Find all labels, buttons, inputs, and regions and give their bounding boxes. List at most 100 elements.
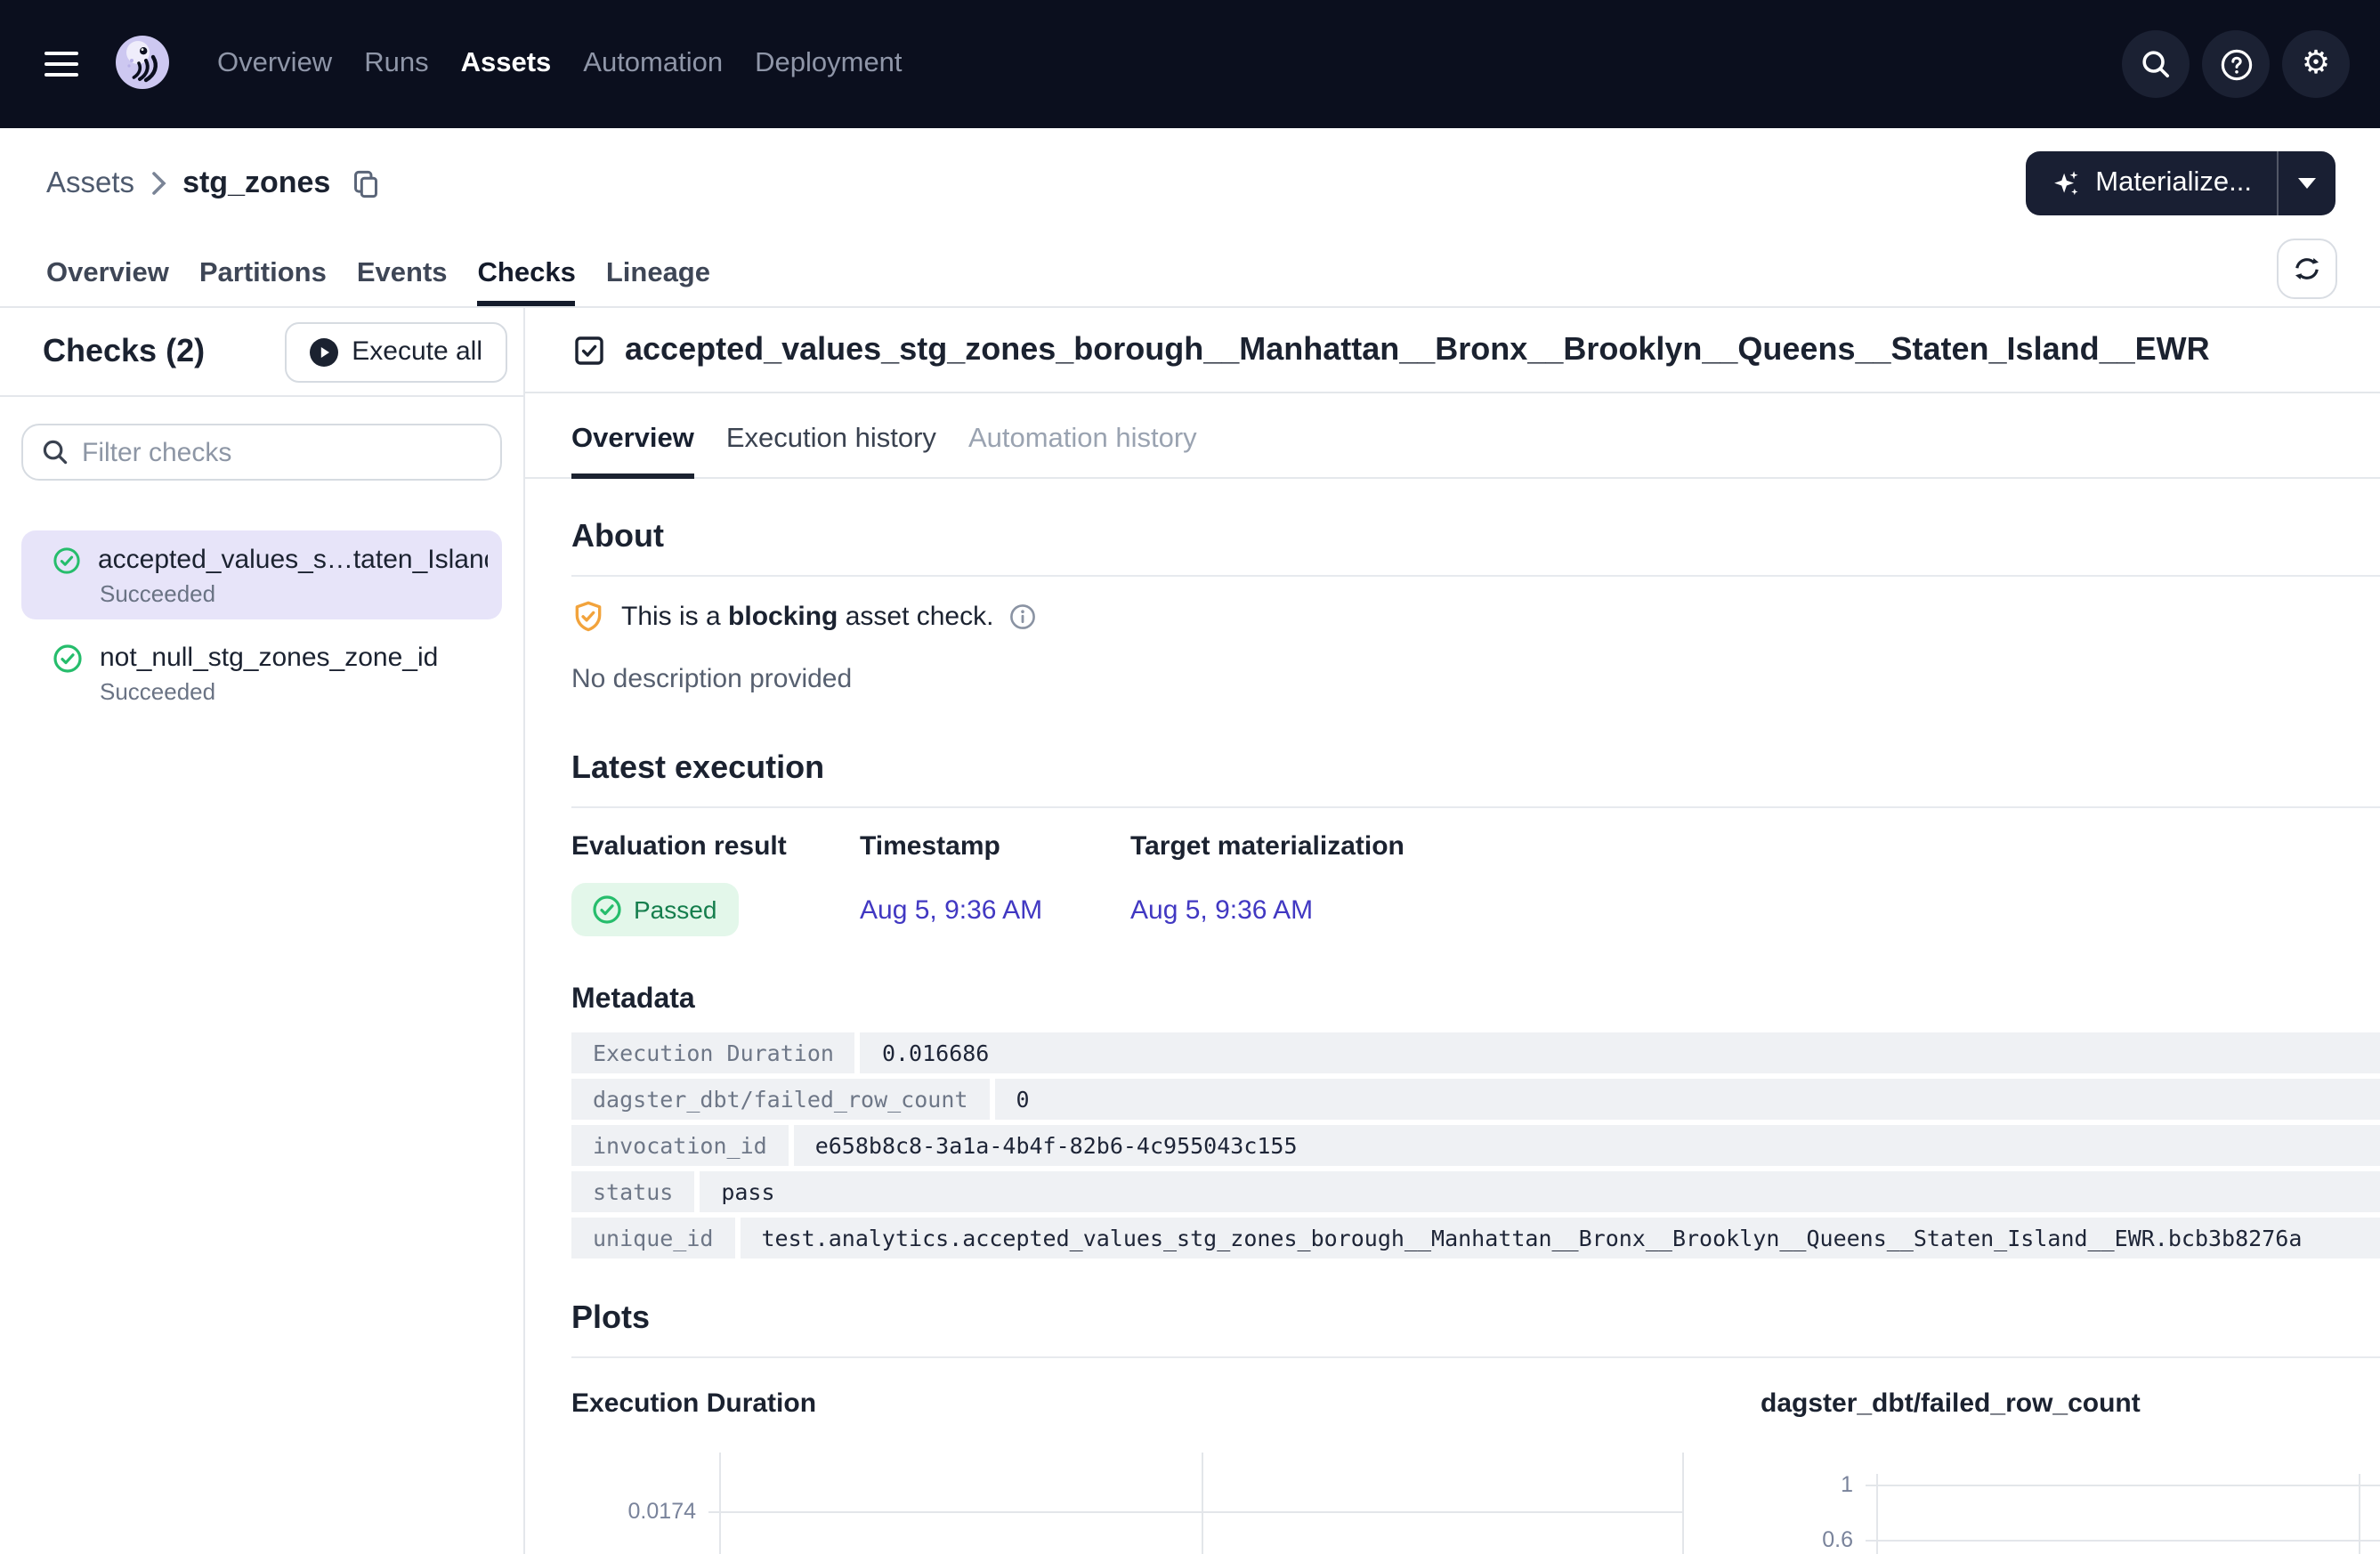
top-navbar: Overview Runs Assets Automation Deployme… [0, 0, 2380, 128]
table-row: dagster_dbt/failed_row_count 0 [571, 1079, 2380, 1120]
search-button[interactable] [2122, 30, 2190, 98]
no-description-text: No description provided [571, 664, 2380, 694]
passed-label: Passed [634, 895, 716, 924]
y-tick-label: 0.6 [1761, 1527, 1853, 1552]
copy-icon [350, 168, 380, 198]
search-icon [2140, 48, 2172, 80]
metadata-key: dagster_dbt/failed_row_count [571, 1079, 994, 1120]
breadcrumb: Assets stg_zones [46, 166, 380, 201]
execution-duration-chart: Execution Duration 0.0174 [571, 1388, 1696, 1554]
breadcrumb-assets-link[interactable]: Assets [46, 166, 134, 200]
refresh-icon [2293, 255, 2321, 283]
primary-nav: Overview Runs Assets Automation Deployme… [217, 48, 903, 80]
materialize-dropdown-button[interactable] [2277, 151, 2335, 215]
y-tick-label: 1 [1761, 1472, 1853, 1497]
check-title-row: accepted_values_stg_zones_borough__Manha… [525, 308, 2380, 393]
tab-automation-history[interactable]: Automation history [968, 424, 1197, 477]
shield-check-icon [571, 600, 605, 634]
hamburger-menu-icon[interactable] [45, 51, 78, 77]
latest-execution-heading: Latest execution [571, 749, 2380, 787]
evaluation-result-header: Evaluation result [571, 831, 860, 862]
target-materialization-link[interactable]: Aug 5, 9:36 AM [1130, 894, 2380, 925]
timestamp-link[interactable]: Aug 5, 9:36 AM [860, 894, 1130, 925]
y-axis-line [719, 1453, 721, 1554]
plots-row: Execution Duration 0.0174 dagster_dbt/fa… [571, 1388, 2380, 1554]
help-button[interactable] [2202, 30, 2270, 98]
asset-check-icon [571, 332, 607, 368]
gridline [1866, 1485, 2380, 1486]
metadata-key: invocation_id [571, 1125, 794, 1166]
check-item-name: accepted_values_s…taten_Island_ [98, 545, 488, 575]
failed-row-count-chart: dagster_dbt/failed_row_count 1 0.6 [1761, 1388, 2380, 1554]
metadata-key: unique_id [571, 1218, 740, 1259]
materialize-label: Materialize... [2095, 167, 2252, 199]
chevron-down-icon [2298, 178, 2316, 189]
nav-item-assets[interactable]: Assets [461, 48, 552, 80]
execute-all-label: Execute all [352, 336, 482, 367]
execution-duration-plot: 0.0174 [571, 1453, 1696, 1554]
tab-lineage[interactable]: Lineage [606, 258, 710, 306]
metadata-value: e658b8c8-3a1a-4b4f-82b6-4c955043c155 [794, 1125, 1319, 1166]
table-row: unique_id test.analytics.accepted_values… [571, 1218, 2380, 1259]
passed-status-badge: Passed [571, 883, 738, 936]
asset-tabs: Overview Partitions Events Checks Lineag… [0, 239, 2380, 308]
section-divider [571, 806, 2380, 808]
blocking-text: This is a blocking asset check. [621, 602, 993, 632]
check-overview-content: About This is a blocking asset check. No… [525, 479, 2380, 1554]
check-success-icon [593, 895, 621, 924]
execute-all-button[interactable]: Execute all [284, 321, 507, 382]
page-header: Assets stg_zones Materialize... [0, 128, 2380, 239]
check-item-status: Succeeded [100, 678, 488, 705]
metadata-heading: Metadata [571, 984, 2380, 1016]
nav-item-overview[interactable]: Overview [217, 48, 332, 80]
dagster-logo [110, 32, 174, 96]
filter-checks-wrap [21, 424, 502, 481]
check-detail-pane: accepted_values_stg_zones_borough__Manha… [525, 308, 2380, 1554]
tab-events[interactable]: Events [357, 258, 448, 306]
check-list-item-not-null[interactable]: not_null_stg_zones_zone_id Succeeded [21, 628, 502, 717]
info-icon[interactable] [1009, 603, 1036, 630]
gear-icon: ⚙ [2302, 48, 2330, 80]
table-row: status pass [571, 1171, 2380, 1212]
target-materialization-header: Target materialization [1130, 831, 2380, 862]
breadcrumb-chevron-icon [150, 171, 166, 196]
tab-checks[interactable]: Checks [478, 258, 576, 306]
checks-count-title: Checks (2) [43, 333, 205, 370]
refresh-button[interactable] [2277, 239, 2337, 299]
metadata-key: Execution Duration [571, 1032, 861, 1073]
tab-overview[interactable]: Overview [46, 258, 169, 306]
metadata-value: pass [700, 1171, 796, 1212]
check-item-status: Succeeded [100, 580, 488, 607]
checks-sidebar-header: Checks (2) Execute all [0, 308, 523, 397]
timestamp-header: Timestamp [860, 831, 1130, 862]
section-divider [571, 575, 2380, 577]
nav-item-automation[interactable]: Automation [583, 48, 723, 80]
check-name-title: accepted_values_stg_zones_borough__Manha… [625, 331, 2210, 368]
about-heading: About [571, 518, 2380, 555]
tab-execution-history[interactable]: Execution history [726, 424, 936, 477]
sparkle-icon [2051, 168, 2081, 198]
settings-button[interactable]: ⚙ [2282, 30, 2350, 98]
copy-asset-name-button[interactable] [350, 168, 380, 198]
search-icon [41, 438, 69, 466]
latest-execution-values: Passed Aug 5, 9:36 AM Aug 5, 9:36 AM [571, 883, 2380, 936]
check-list-item-accepted-values[interactable]: accepted_values_s…taten_Island_ Succeede… [21, 530, 502, 619]
nav-item-deployment[interactable]: Deployment [755, 48, 902, 80]
help-icon [2219, 47, 2253, 81]
table-row: invocation_id e658b8c8-3a1a-4b4f-82b6-4c… [571, 1125, 2380, 1166]
filter-checks-input[interactable] [21, 424, 502, 481]
section-divider [571, 1356, 2380, 1358]
metadata-value: test.analytics.accepted_values_stg_zones… [740, 1218, 2323, 1259]
metadata-key: status [571, 1171, 700, 1212]
dagster-asset-checks-page: Overview Runs Assets Automation Deployme… [0, 0, 2380, 1554]
latest-execution-headers: Evaluation result Timestamp Target mater… [571, 831, 2380, 862]
chart-title: Execution Duration [571, 1388, 1696, 1419]
tab-partitions[interactable]: Partitions [199, 258, 327, 306]
gridline [1682, 1453, 1684, 1554]
materialize-button[interactable]: Materialize... [2026, 151, 2277, 215]
nav-actions: ⚙ [2122, 30, 2350, 98]
failed-row-count-plot: 1 0.6 [1761, 1453, 2380, 1554]
tab-check-overview[interactable]: Overview [571, 424, 694, 477]
check-detail-tabs: Overview Execution history Automation hi… [525, 393, 2380, 479]
nav-item-runs[interactable]: Runs [364, 48, 428, 80]
